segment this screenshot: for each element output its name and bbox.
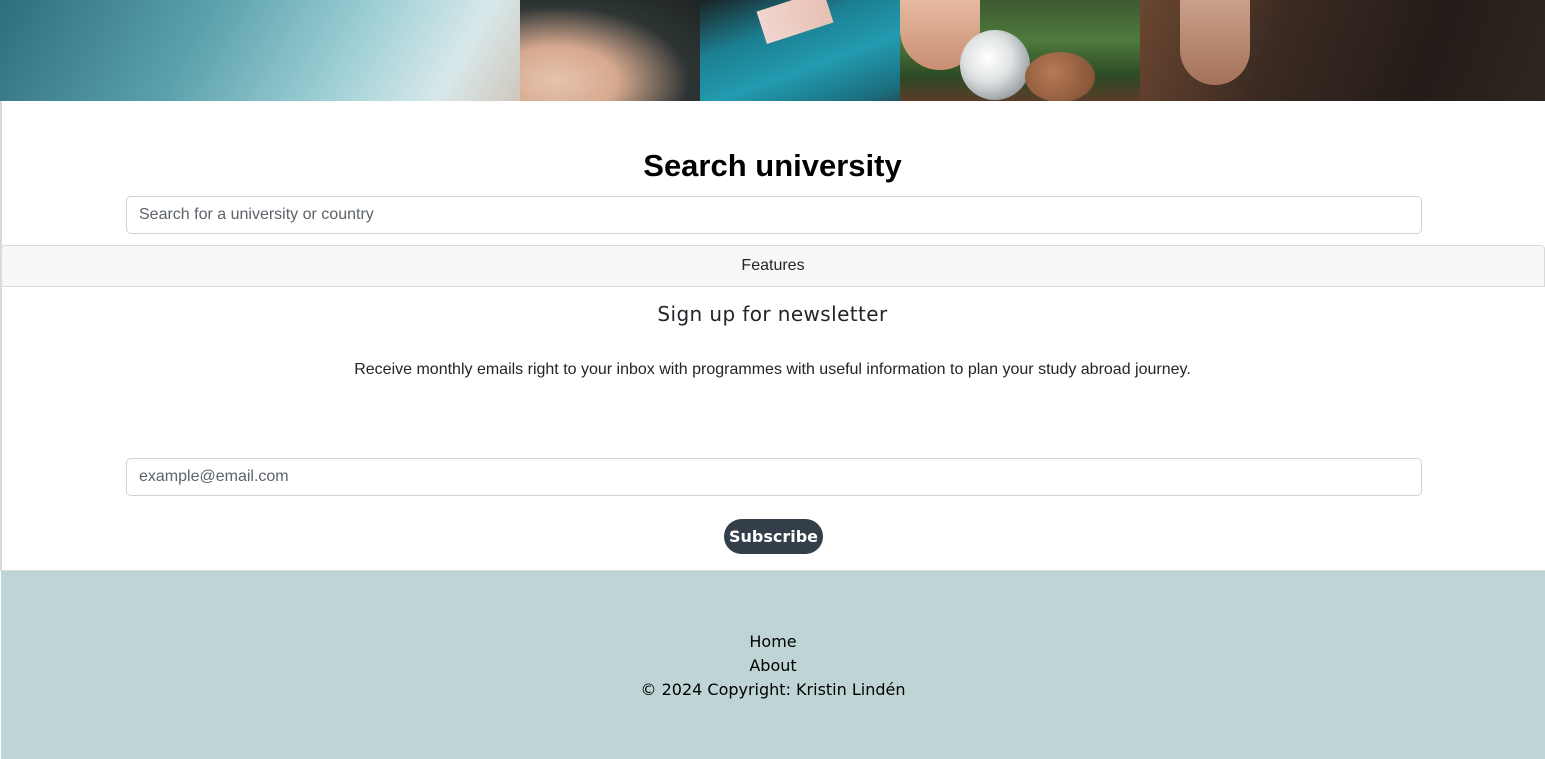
hero-photo-detail — [1180, 0, 1250, 85]
page: Search university Features Sign up for n… — [0, 0, 1545, 759]
footer-links: Home About © 2024 Copyright: Kristin Lin… — [1, 630, 1545, 702]
hero-photo-detail — [960, 30, 1030, 100]
hero-photo-segment — [0, 0, 560, 101]
newsletter-description: Receive monthly emails right to your inb… — [354, 361, 1191, 378]
footer-link-about[interactable]: About — [1, 654, 1545, 678]
hero-photo-segment — [520, 0, 700, 101]
search-heading: Search university — [643, 148, 902, 183]
footer: Home About © 2024 Copyright: Kristin Lin… — [1, 571, 1545, 759]
copyright-text: © 2024 Copyright: Kristin Lindén — [640, 680, 906, 699]
hero-image — [0, 0, 1545, 101]
search-input[interactable] — [126, 196, 1422, 234]
email-field[interactable] — [126, 458, 1422, 496]
newsletter-heading: Sign up for newsletter — [657, 302, 888, 326]
hero-photo-detail — [1025, 52, 1095, 101]
subscribe-button[interactable]: Subscribe — [724, 519, 823, 554]
features-header: Features — [1, 245, 1545, 287]
footer-link-home[interactable]: Home — [1, 630, 1545, 654]
